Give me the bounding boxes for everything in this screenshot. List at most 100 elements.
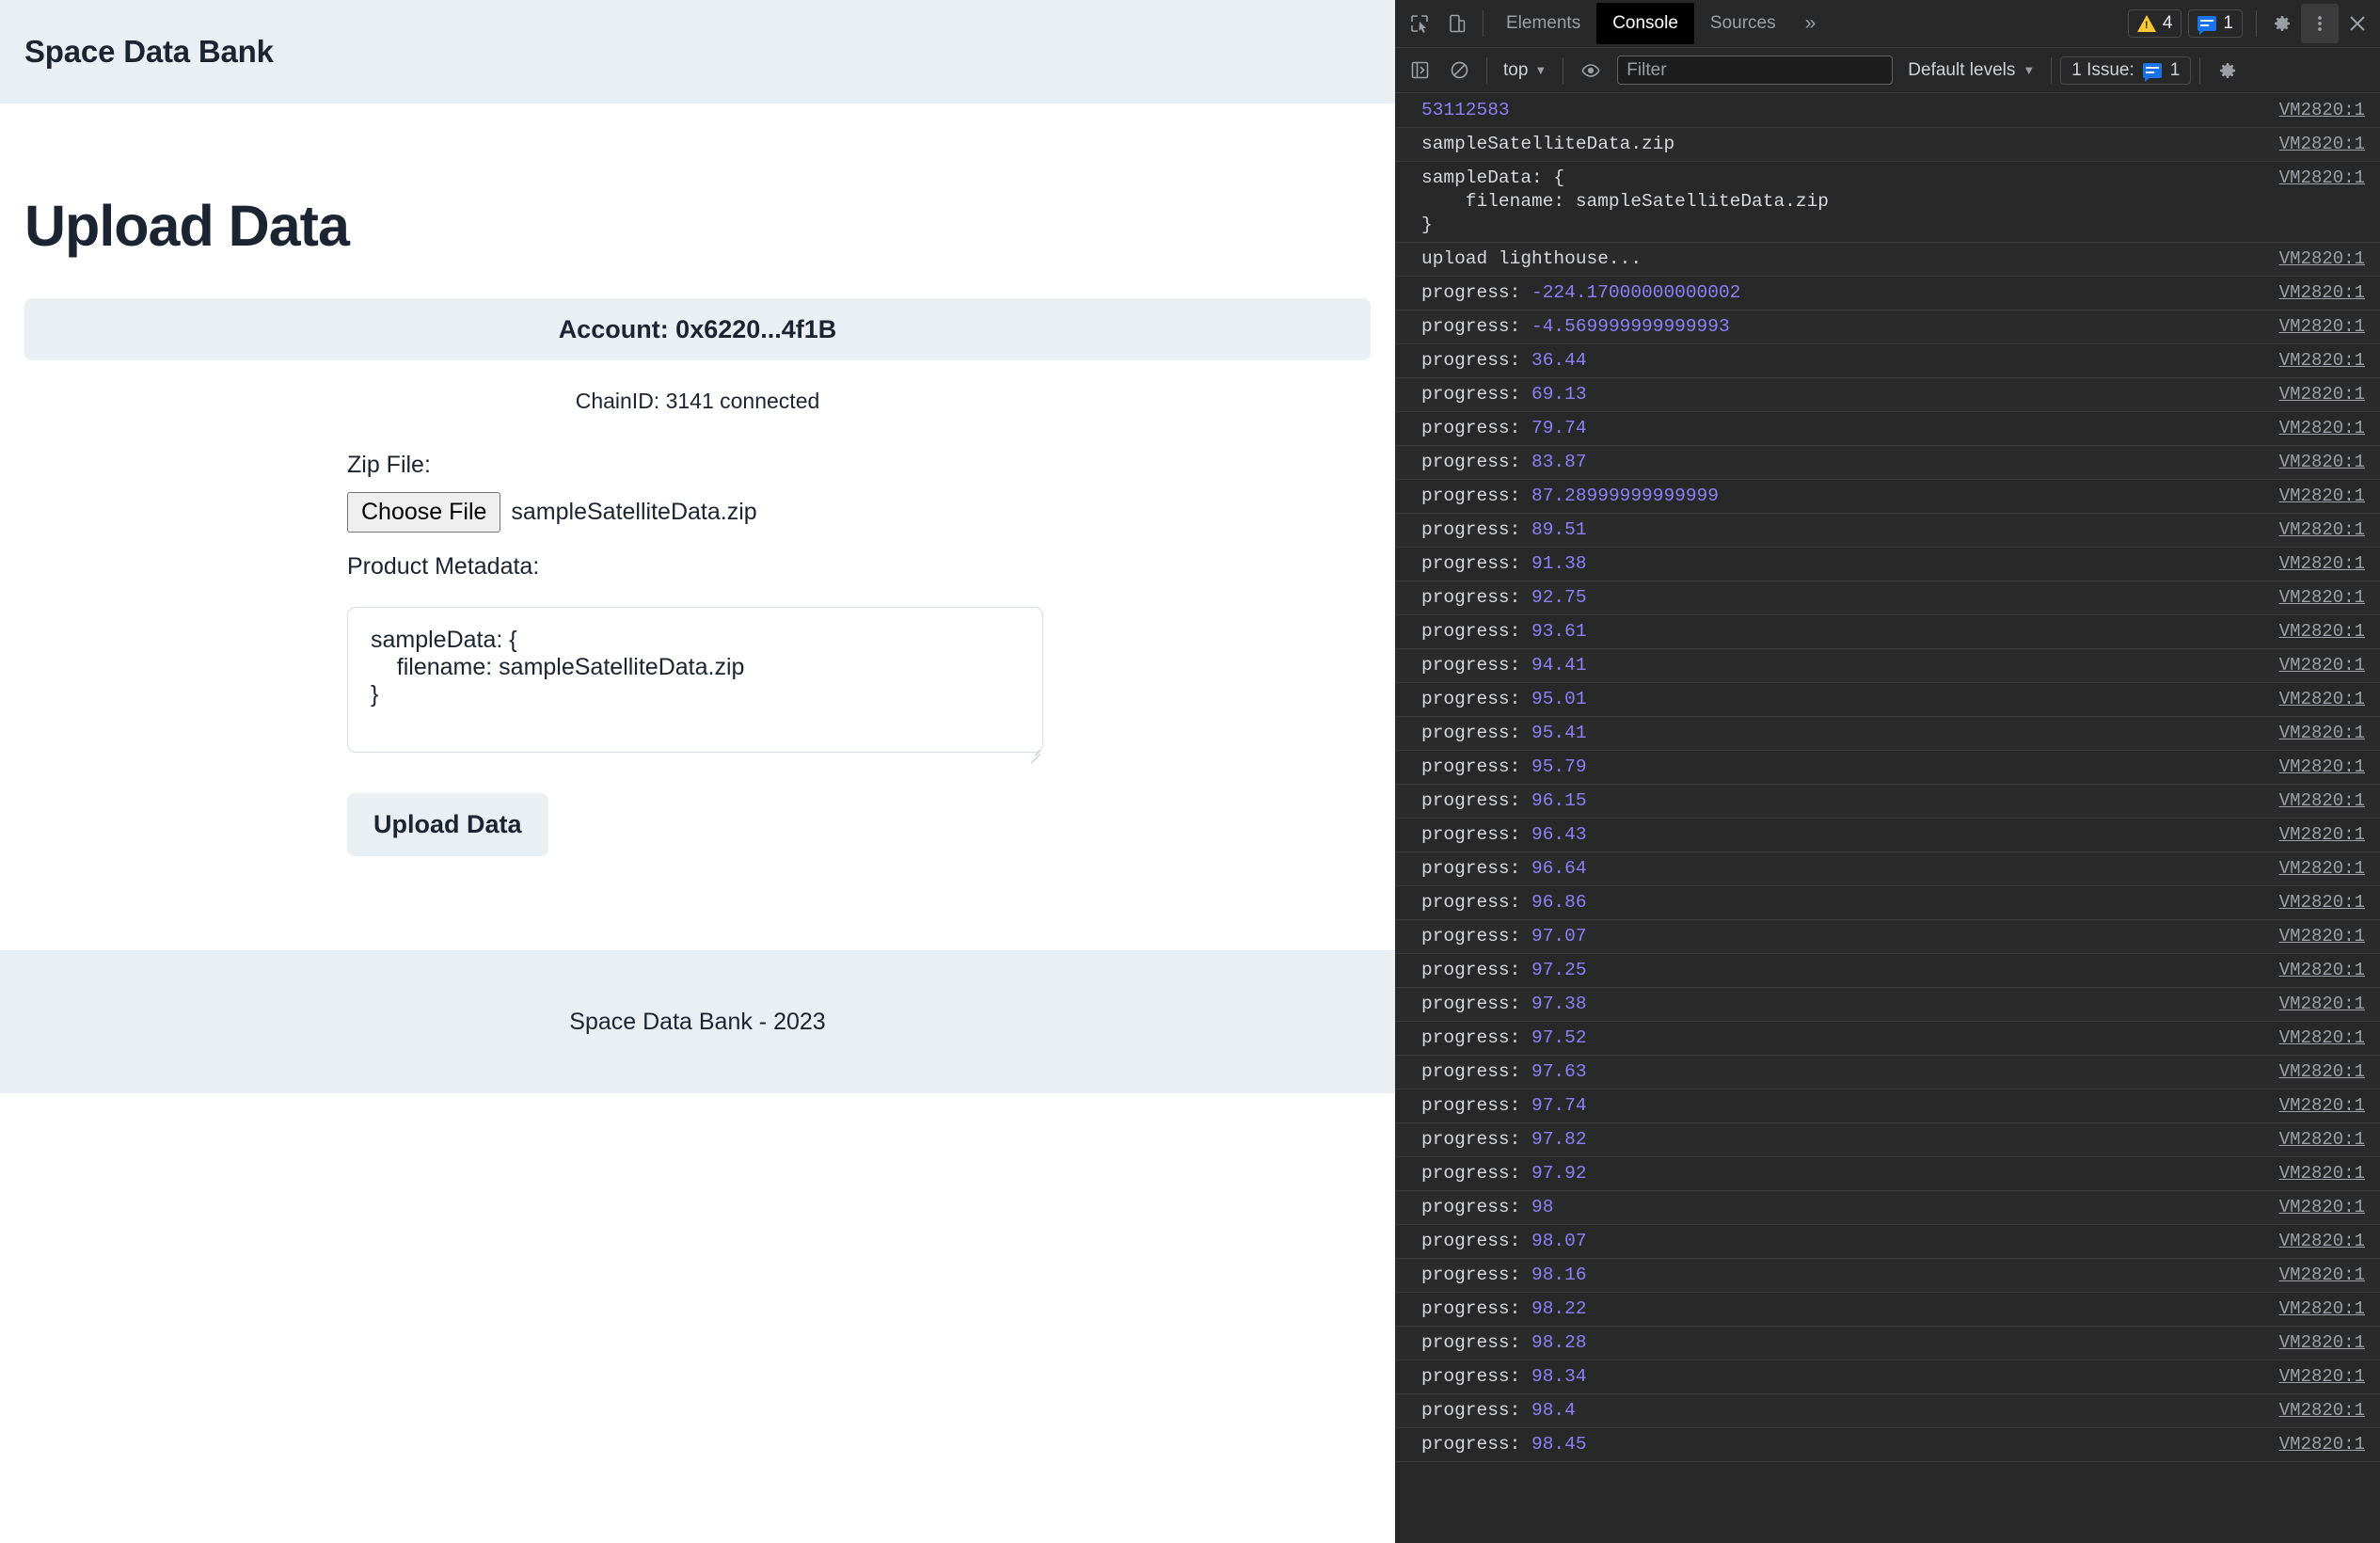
upload-data-button[interactable]: Upload Data xyxy=(347,793,548,856)
console-message-row[interactable]: progress: 98.07 VM2820:1 xyxy=(1395,1225,2380,1259)
console-filter-input[interactable] xyxy=(1617,56,1894,85)
console-message-row[interactable]: progress: 98 VM2820:1 xyxy=(1395,1191,2380,1225)
console-message-row[interactable]: progress: 83.87 VM2820:1 xyxy=(1395,446,2380,480)
console-source-link[interactable]: VM2820:1 xyxy=(2279,1094,2380,1118)
device-toolbar-icon[interactable] xyxy=(1438,4,1476,43)
tab-sources[interactable]: Sources xyxy=(1694,3,1792,44)
console-source-link[interactable]: VM2820:1 xyxy=(2279,857,2380,881)
console-source-link[interactable]: VM2820:1 xyxy=(2279,654,2380,677)
console-message-row[interactable]: progress: 98.34 VM2820:1 xyxy=(1395,1360,2380,1394)
console-source-link[interactable]: VM2820:1 xyxy=(2279,1264,2380,1287)
console-source-link[interactable]: VM2820:1 xyxy=(2279,99,2380,122)
console-message-row[interactable]: progress: 95.41 VM2820:1 xyxy=(1395,717,2380,751)
console-source-link[interactable]: VM2820:1 xyxy=(2279,823,2380,847)
console-message-row[interactable]: 53112583 VM2820:1 xyxy=(1395,94,2380,128)
console-source-link[interactable]: VM2820:1 xyxy=(2279,133,2380,156)
console-source-link[interactable]: VM2820:1 xyxy=(2279,722,2380,745)
console-source-link[interactable]: VM2820:1 xyxy=(2279,383,2380,406)
console-message-row[interactable]: upload lighthouse... VM2820:1 xyxy=(1395,243,2380,277)
choose-file-button[interactable]: Choose File xyxy=(347,492,501,533)
console-message-row[interactable]: progress: 98.16 VM2820:1 xyxy=(1395,1259,2380,1293)
console-settings-gear-icon[interactable] xyxy=(2209,51,2246,90)
console-source-link[interactable]: VM2820:1 xyxy=(2279,959,2380,982)
console-message-row[interactable]: progress: 95.01 VM2820:1 xyxy=(1395,683,2380,717)
console-message-row[interactable]: progress: 92.75 VM2820:1 xyxy=(1395,581,2380,615)
console-message-row[interactable]: progress: 36.44 VM2820:1 xyxy=(1395,344,2380,378)
console-source-link[interactable]: VM2820:1 xyxy=(2279,1060,2380,1084)
settings-gear-icon[interactable] xyxy=(2263,4,2301,43)
console-source-link[interactable]: VM2820:1 xyxy=(2279,1162,2380,1185)
more-options-icon[interactable] xyxy=(2301,4,2339,43)
console-source-link[interactable]: VM2820:1 xyxy=(2279,1196,2380,1219)
console-source-link[interactable]: VM2820:1 xyxy=(2279,925,2380,948)
console-source-link[interactable]: VM2820:1 xyxy=(2279,1026,2380,1050)
console-sidebar-toggle-icon[interactable] xyxy=(1401,51,1438,90)
console-source-link[interactable]: VM2820:1 xyxy=(2279,756,2380,779)
console-message-row[interactable]: progress: 79.74 VM2820:1 xyxy=(1395,412,2380,446)
console-message-row[interactable]: progress: 97.82 VM2820:1 xyxy=(1395,1123,2380,1157)
log-levels-selector[interactable]: Default levels ▼ xyxy=(1900,56,2042,85)
issues-button[interactable]: 1 Issue: 1 xyxy=(2060,56,2192,85)
console-source-link[interactable]: VM2820:1 xyxy=(2279,993,2380,1016)
console-message-row[interactable]: progress: 89.51 VM2820:1 xyxy=(1395,514,2380,548)
console-message-row[interactable]: progress: 96.64 VM2820:1 xyxy=(1395,852,2380,886)
message-badge[interactable]: 1 xyxy=(2188,9,2243,38)
inspect-element-icon[interactable] xyxy=(1401,4,1438,43)
live-expression-eye-icon[interactable] xyxy=(1572,51,1610,90)
console-message-row[interactable]: progress: 97.74 VM2820:1 xyxy=(1395,1090,2380,1123)
console-source-link[interactable]: VM2820:1 xyxy=(2279,518,2380,542)
console-message-row[interactable]: progress: 98.45 VM2820:1 xyxy=(1395,1428,2380,1462)
execution-context-selector[interactable]: top ▼ xyxy=(1496,56,1554,85)
more-tabs-icon[interactable]: » xyxy=(1792,5,1830,42)
console-message-row[interactable]: progress: 87.28999999999999 VM2820:1 xyxy=(1395,480,2380,514)
clear-console-icon[interactable] xyxy=(1440,51,1478,90)
warning-badge[interactable]: ! 4 xyxy=(2127,9,2182,38)
console-source-link[interactable]: VM2820:1 xyxy=(2279,451,2380,474)
console-source-link[interactable]: VM2820:1 xyxy=(2279,485,2380,508)
console-source-link[interactable]: VM2820:1 xyxy=(2279,247,2380,271)
console-message-row[interactable]: progress: 98.22 VM2820:1 xyxy=(1395,1293,2380,1327)
console-message-row[interactable]: progress: 95.79 VM2820:1 xyxy=(1395,751,2380,785)
tab-console[interactable]: Console xyxy=(1596,3,1694,44)
console-source-link[interactable]: VM2820:1 xyxy=(2279,167,2380,190)
console-message-row[interactable]: progress: 96.43 VM2820:1 xyxy=(1395,819,2380,852)
console-source-link[interactable]: VM2820:1 xyxy=(2279,349,2380,373)
console-message-row[interactable]: progress: 97.52 VM2820:1 xyxy=(1395,1022,2380,1056)
console-source-link[interactable]: VM2820:1 xyxy=(2279,1399,2380,1423)
console-source-link[interactable]: VM2820:1 xyxy=(2279,417,2380,440)
console-source-link[interactable]: VM2820:1 xyxy=(2279,281,2380,305)
console-source-link[interactable]: VM2820:1 xyxy=(2279,789,2380,813)
console-source-link[interactable]: VM2820:1 xyxy=(2279,891,2380,915)
console-message-row[interactable]: progress: 97.25 VM2820:1 xyxy=(1395,954,2380,988)
close-devtools-icon[interactable] xyxy=(2339,4,2376,43)
console-message-row[interactable]: progress: 98.28 VM2820:1 xyxy=(1395,1327,2380,1360)
console-message-row[interactable]: progress: 69.13 VM2820:1 xyxy=(1395,378,2380,412)
console-message-list[interactable]: 53112583 VM2820:1 sampleSatelliteData.zip V… xyxy=(1395,94,2380,1543)
product-metadata-input[interactable]: sampleData: { filename: sampleSatelliteD… xyxy=(347,607,1043,753)
console-source-link[interactable]: VM2820:1 xyxy=(2279,1230,2380,1253)
console-source-link[interactable]: VM2820:1 xyxy=(2279,552,2380,576)
console-source-link[interactable]: VM2820:1 xyxy=(2279,1433,2380,1456)
console-message-row[interactable]: progress: 97.07 VM2820:1 xyxy=(1395,920,2380,954)
console-message-row[interactable]: progress: 97.92 VM2820:1 xyxy=(1395,1157,2380,1191)
console-source-link[interactable]: VM2820:1 xyxy=(2279,1128,2380,1152)
console-message-row[interactable]: progress: -4.569999999999993 VM2820:1 xyxy=(1395,310,2380,344)
console-message-row[interactable]: progress: -224.17000000000002 VM2820:1 xyxy=(1395,277,2380,310)
console-message-row[interactable]: progress: 96.15 VM2820:1 xyxy=(1395,785,2380,819)
console-source-link[interactable]: VM2820:1 xyxy=(2279,620,2380,644)
console-message-row[interactable]: progress: 91.38 VM2820:1 xyxy=(1395,548,2380,581)
console-message-row[interactable]: progress: 94.41 VM2820:1 xyxy=(1395,649,2380,683)
tab-elements[interactable]: Elements xyxy=(1490,3,1596,44)
console-source-link[interactable]: VM2820:1 xyxy=(2279,1297,2380,1321)
console-message-row[interactable]: progress: 97.38 VM2820:1 xyxy=(1395,988,2380,1022)
console-message-row[interactable]: progress: 98.4 VM2820:1 xyxy=(1395,1394,2380,1428)
console-source-link[interactable]: VM2820:1 xyxy=(2279,688,2380,711)
console-source-link[interactable]: VM2820:1 xyxy=(2279,586,2380,610)
console-message-row[interactable]: progress: 96.86 VM2820:1 xyxy=(1395,886,2380,920)
console-message-row[interactable]: progress: 93.61 VM2820:1 xyxy=(1395,615,2380,649)
console-message-row[interactable]: sampleSatelliteData.zip VM2820:1 xyxy=(1395,128,2380,162)
console-source-link[interactable]: VM2820:1 xyxy=(2279,315,2380,339)
console-message-row[interactable]: progress: 97.63 VM2820:1 xyxy=(1395,1056,2380,1090)
console-source-link[interactable]: VM2820:1 xyxy=(2279,1331,2380,1355)
console-message-row[interactable]: sampleData: { filename: sampleSatelliteD… xyxy=(1395,162,2380,243)
